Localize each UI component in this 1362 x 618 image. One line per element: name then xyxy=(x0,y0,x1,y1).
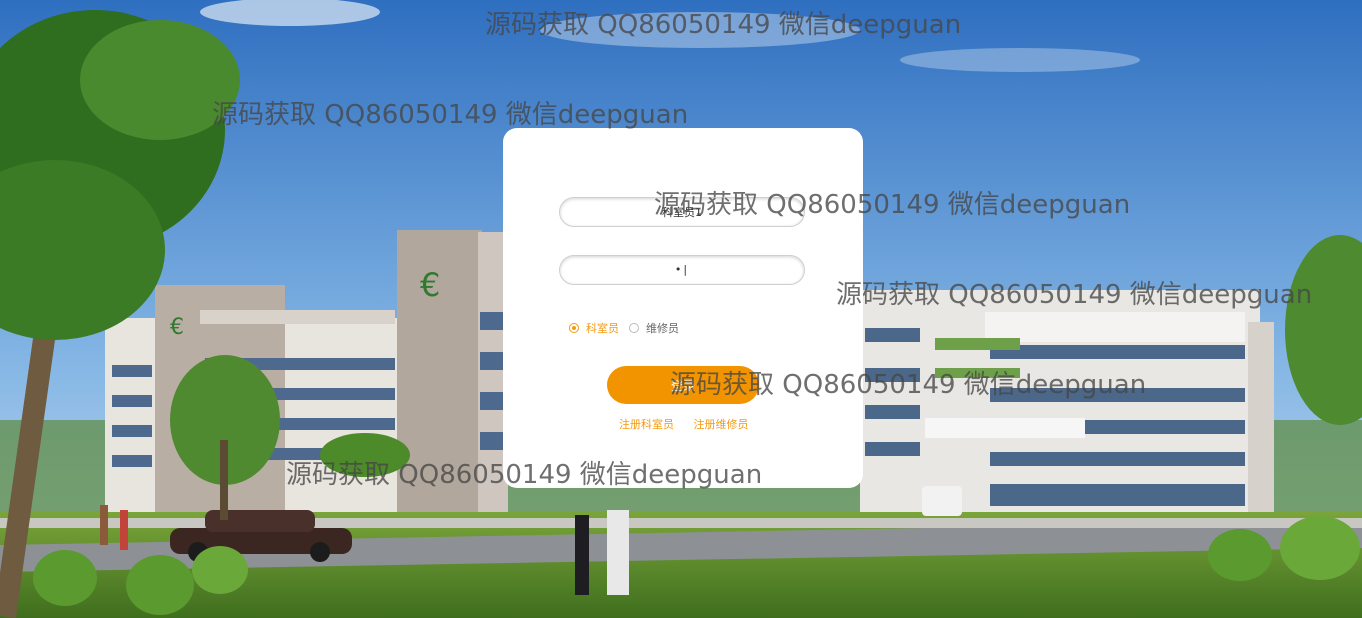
register-repairman-link[interactable]: 注册维修员 xyxy=(694,418,749,431)
role-label-staff[interactable]: 科室员 xyxy=(586,320,619,336)
role-radio-staff[interactable] xyxy=(569,323,579,333)
register-links: 注册科室员 注册维修员 xyxy=(619,416,765,432)
role-selector: 科室员 维修员 xyxy=(569,320,679,336)
register-staff-link[interactable]: 注册科室员 xyxy=(619,418,674,431)
login-card: •| 科室员 维修员 登录 注册科室员 注册维修员 xyxy=(503,128,863,488)
password-input[interactable]: •| xyxy=(559,255,805,285)
svg-text:€: € xyxy=(170,315,184,340)
username-input[interactable] xyxy=(559,197,805,227)
role-label-repairman[interactable]: 维修员 xyxy=(646,320,679,336)
login-button[interactable]: 登录 xyxy=(607,366,759,404)
role-radio-repairman[interactable] xyxy=(629,323,639,333)
svg-text:€: € xyxy=(420,266,440,304)
